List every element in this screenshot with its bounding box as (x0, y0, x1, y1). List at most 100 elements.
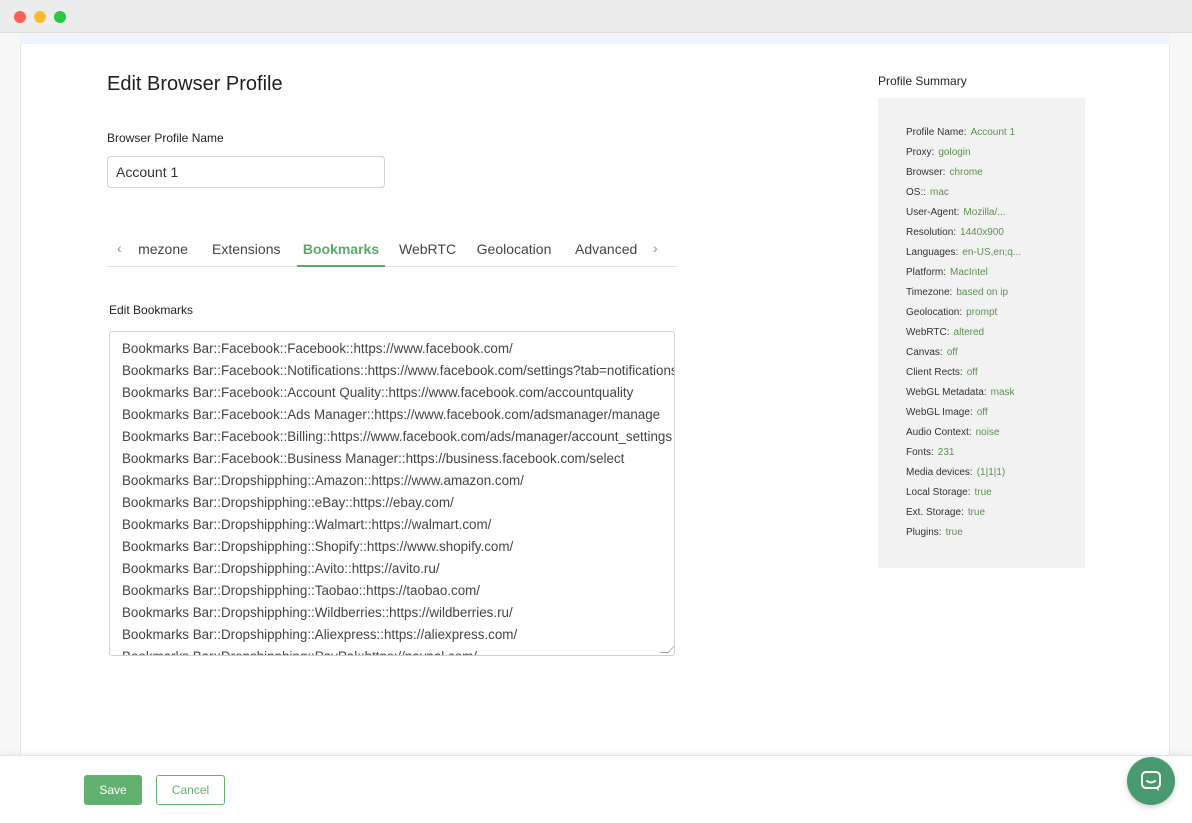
bookmark-line: Bookmarks Bar::Dropshipphing::Taobao::ht… (122, 583, 481, 598)
summary-key: WebGL Image: (906, 407, 973, 418)
summary-value: (1|1|1) (976, 467, 1006, 478)
summary-key: Timezone: (906, 287, 953, 298)
summary-key: Media devices: (906, 467, 973, 478)
summary-row: Client Rects: off (906, 365, 1085, 385)
summary-value: noise (975, 427, 1000, 438)
summary-value: Mozilla/... (963, 207, 1006, 218)
summary-key: Languages: (906, 247, 959, 258)
summary-row: Profile Name: Account 1 (906, 125, 1085, 145)
chevron-left-icon[interactable]: ‹ (117, 240, 122, 256)
summary-row: WebRTC: altered (906, 325, 1085, 345)
summary-value: Account 1 (970, 127, 1016, 138)
summary-value: off (946, 347, 958, 358)
summary-value: based on ip (956, 287, 1009, 298)
close-window-icon[interactable] (14, 11, 26, 23)
summary-row: Plugins: true (906, 525, 1085, 545)
bookmark-line: Bookmarks Bar::Facebook::Ads Manager::ht… (122, 407, 661, 422)
bookmark-line: Bookmarks Bar::Dropshipphing::Amazon::ht… (122, 473, 524, 488)
summary-key: Plugins: (906, 527, 942, 538)
summary-value: mac (930, 187, 949, 198)
tab-webrtc[interactable]: WebRTC (399, 234, 456, 267)
profile-summary-panel: Profile Name: Account 1 Proxy: gologin Bro… (878, 98, 1085, 568)
summary-value: en-US,en;q... (962, 247, 1022, 258)
summary-value: 1440x900 (960, 227, 1004, 238)
support-chat-button[interactable] (1127, 757, 1175, 805)
summary-value: gologin (938, 147, 971, 158)
summary-value: true (967, 507, 986, 518)
summary-value: off (976, 407, 988, 418)
profile-name-label: Browser Profile Name (107, 131, 224, 145)
profile-summary-title: Profile Summary (878, 74, 967, 88)
tab-bookmarks[interactable]: Bookmarks (297, 234, 385, 267)
summary-row: Platform: MacIntel (906, 265, 1085, 285)
page-title: Edit Browser Profile (107, 73, 283, 95)
summary-key: Audio Context: (906, 427, 972, 438)
summary-row: User-Agent: Mozilla/... (906, 205, 1085, 225)
summary-key: Browser: (906, 167, 946, 178)
bookmark-line: Bookmarks Bar::Dropshipphing::Avito::htt… (122, 561, 440, 576)
summary-key: Ext. Storage: (906, 507, 964, 518)
profile-editor-card: Edit Browser Profile Browser Profile Nam… (20, 44, 1170, 755)
summary-value: prompt (966, 307, 998, 318)
tab-geolocation[interactable]: Geolocation (476, 234, 552, 267)
settings-tabs: ‹ mezone Extensions Bookmarks WebRTC Geo… (107, 234, 677, 267)
summary-key: Client Rects: (906, 367, 963, 378)
summary-key: Canvas: (906, 347, 943, 358)
summary-row: WebGL Metadata: mask (906, 385, 1085, 405)
profile-name-input[interactable] (107, 156, 385, 188)
summary-value: MacIntel (950, 267, 988, 278)
tab-timezone[interactable]: mezone (138, 234, 188, 267)
summary-key: Local Storage: (906, 487, 971, 498)
bookmark-line: Bookmarks Bar::Dropshipphing::eBay::http… (122, 495, 454, 510)
chat-bubble-icon (1141, 771, 1161, 791)
bookmark-line: Bookmarks Bar::Dropshipphing::Wildberrie… (122, 605, 513, 620)
bookmark-line: Bookmarks Bar::Dropshipphing::Shopify::h… (122, 539, 514, 554)
summary-key: Geolocation: (906, 307, 963, 318)
summary-row: Audio Context: noise (906, 425, 1085, 445)
window-titlebar (0, 0, 1192, 33)
bookmark-line: Bookmarks Bar::Facebook::Facebook::https… (122, 341, 513, 356)
summary-key: Profile Name: (906, 127, 967, 138)
summary-key: WebGL Metadata: (906, 387, 987, 398)
summary-value: 231 (937, 447, 955, 458)
maximize-window-icon[interactable] (54, 11, 66, 23)
summary-key: WebRTC: (906, 327, 950, 338)
summary-row: OS:: mac (906, 185, 1085, 205)
save-button[interactable]: Save (84, 775, 142, 805)
summary-key: User-Agent: (906, 207, 960, 218)
summary-value: altered (953, 327, 985, 338)
chevron-right-icon[interactable]: › (653, 240, 658, 256)
summary-row: Fonts: 231 (906, 445, 1085, 465)
tab-extensions[interactable]: Extensions (212, 234, 280, 267)
bookmark-line: Bookmarks Bar::Dropshipphing::Aliexpress… (122, 627, 518, 642)
summary-row: Resolution: 1440x900 (906, 225, 1085, 245)
summary-row: Ext. Storage: true (906, 505, 1085, 525)
bookmark-line: Bookmarks Bar::Dropshipphing::Walmart::h… (122, 517, 492, 532)
summary-row: Geolocation: prompt (906, 305, 1085, 325)
bookmarks-textarea[interactable]: Bookmarks Bar::Facebook::Facebook::https… (109, 331, 675, 656)
minimize-window-icon[interactable] (34, 11, 46, 23)
summary-row: Local Storage: true (906, 485, 1085, 505)
summary-row: WebGL Image: off (906, 405, 1085, 425)
action-bar: Save Cancel (0, 755, 1192, 823)
bookmark-line: Bookmarks Bar::Facebook::Account Quality… (122, 385, 634, 400)
bookmark-line: Bookmarks Bar::Facebook::Notifications::… (122, 363, 675, 378)
bookmark-line: Bookmarks Bar::Facebook::Billing::https:… (122, 429, 673, 444)
edit-bookmarks-label: Edit Bookmarks (109, 303, 194, 317)
summary-row: Proxy: gologin (906, 145, 1085, 165)
header-strip (20, 33, 1170, 44)
summary-key: Platform: (906, 267, 947, 278)
summary-value: off (966, 367, 978, 378)
summary-key: Proxy: (906, 147, 935, 158)
summary-row: Canvas: off (906, 345, 1085, 365)
summary-value: true (945, 527, 963, 538)
summary-key: Resolution: (906, 227, 957, 238)
bookmark-line: Bookmarks Bar::Dropshipphing::PayPal::ht… (122, 646, 674, 655)
cancel-button[interactable]: Cancel (156, 775, 225, 805)
summary-key: OS:: (906, 187, 927, 198)
tab-advanced[interactable]: Advanced (575, 234, 637, 267)
summary-row: Timezone: based on ip (906, 285, 1085, 305)
summary-value: mask (990, 387, 1015, 398)
bookmark-line: Bookmarks Bar::Facebook::Business Manage… (122, 451, 625, 466)
summary-row: Languages: en-US,en;q... (906, 245, 1085, 265)
